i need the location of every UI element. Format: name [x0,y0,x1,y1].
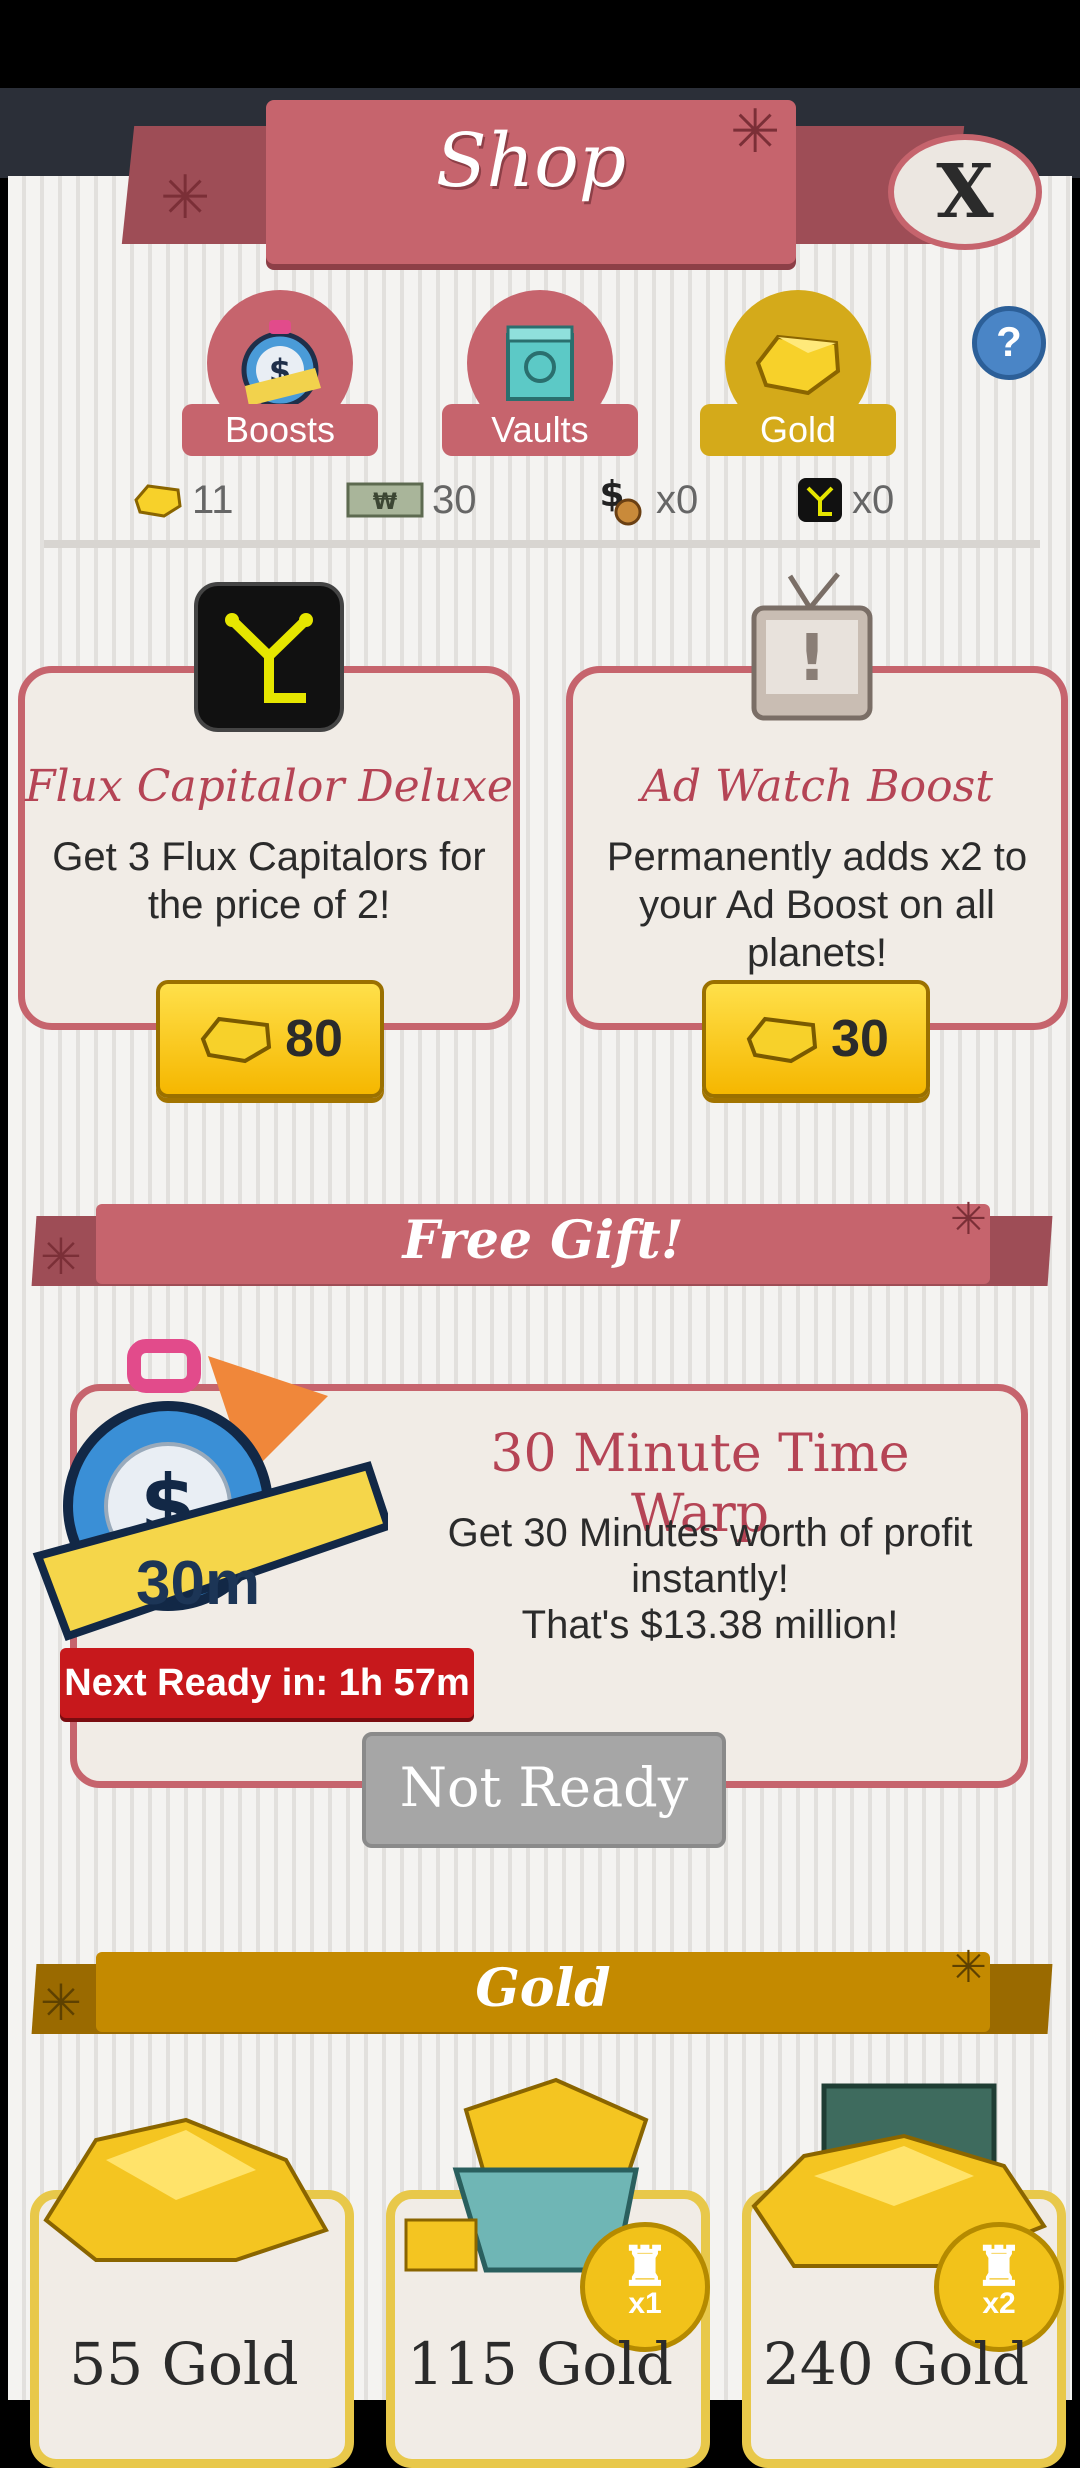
gold-icon [746,1016,818,1064]
free-gift-title: Free Gift! [402,1210,684,1271]
gift-description-line: Get 30 Minutes worth of profit instantly… [447,1511,973,1601]
tab-boosts[interactable]: $ Boosts [182,290,378,456]
currency-moneybag-value: x0 [656,477,699,522]
svg-text:₩: ₩ [373,490,397,515]
currency-gold: 11 [132,470,234,530]
badge-label: x2 [982,2287,1016,2320]
offer-description: Permanently adds x2 to your Ad Boost on … [606,835,1028,975]
gift-description-line: That's $13.38 million! [521,1603,899,1647]
starburst-icon: ✳ [40,1229,82,1285]
gold-pile-icon [36,2100,336,2270]
currency-flux: x0 [796,470,894,530]
gold-pack-label: 55 Gold [69,2330,299,2398]
help-button[interactable]: ? [972,306,1046,380]
starburst-icon: ✳ [160,164,211,231]
starburst-icon: ✳ [730,98,781,165]
starburst-icon: ✳ [40,1975,82,2031]
currency-megabucks-value: 30 [432,477,477,522]
currency-megabucks: ₩ 30 [346,470,477,530]
tab-boosts-label: Boosts [182,404,378,456]
price-label: 30 [831,1010,889,1068]
flux-capitalor-icon [798,478,842,522]
moneybag-icon: $ [599,474,642,526]
divider [44,540,1040,548]
close-button[interactable]: X [888,134,1042,250]
not-ready-button[interactable]: Not Ready [362,1732,726,1848]
tv-icon: ! [750,572,874,732]
status-bar [0,0,1080,88]
offer-title: Flux Capitalor Deluxe [25,761,513,812]
buy-adwatch-button[interactable]: 30 [702,980,930,1098]
gold-icon [134,484,182,518]
currency-flux-value: x0 [852,477,895,522]
starburst-icon: ✳ [950,1195,987,1244]
buy-flux-button[interactable]: 80 [156,980,384,1098]
tab-vaults-label: Vaults [442,404,638,456]
tab-gold[interactable]: Gold [700,290,896,456]
gift-description: Get 30 Minutes worth of profit instantly… [440,1510,980,1648]
currency-moneybag: $ x0 [592,470,698,530]
gold-pack-label: 240 Gold [762,2330,1030,2398]
gold-section-title: Gold [475,1958,611,2019]
currency-gold-value: 11 [192,477,234,522]
tab-gold-label: Gold [700,404,896,456]
tab-vaults[interactable]: Vaults [442,290,638,456]
next-ready-badge: Next Ready in: 1h 57m [60,1648,474,1718]
price-label: 80 [285,1010,343,1068]
megabucks-icon: ₩ [346,482,424,518]
gold-icon [200,1016,272,1064]
badge-label: x1 [628,2287,662,2320]
page-title: Shop [435,118,627,204]
offer-title: Ad Watch Boost [641,761,993,812]
timer-label: 30m [136,1549,261,1618]
offer-description: Get 3 Flux Capitalors for the price of 2… [52,835,486,927]
starburst-icon: ✳ [950,1943,987,1992]
gold-pack-label: 115 Gold [406,2330,674,2398]
flux-capitalor-icon [194,582,344,732]
svg-text:!: ! [797,622,826,696]
